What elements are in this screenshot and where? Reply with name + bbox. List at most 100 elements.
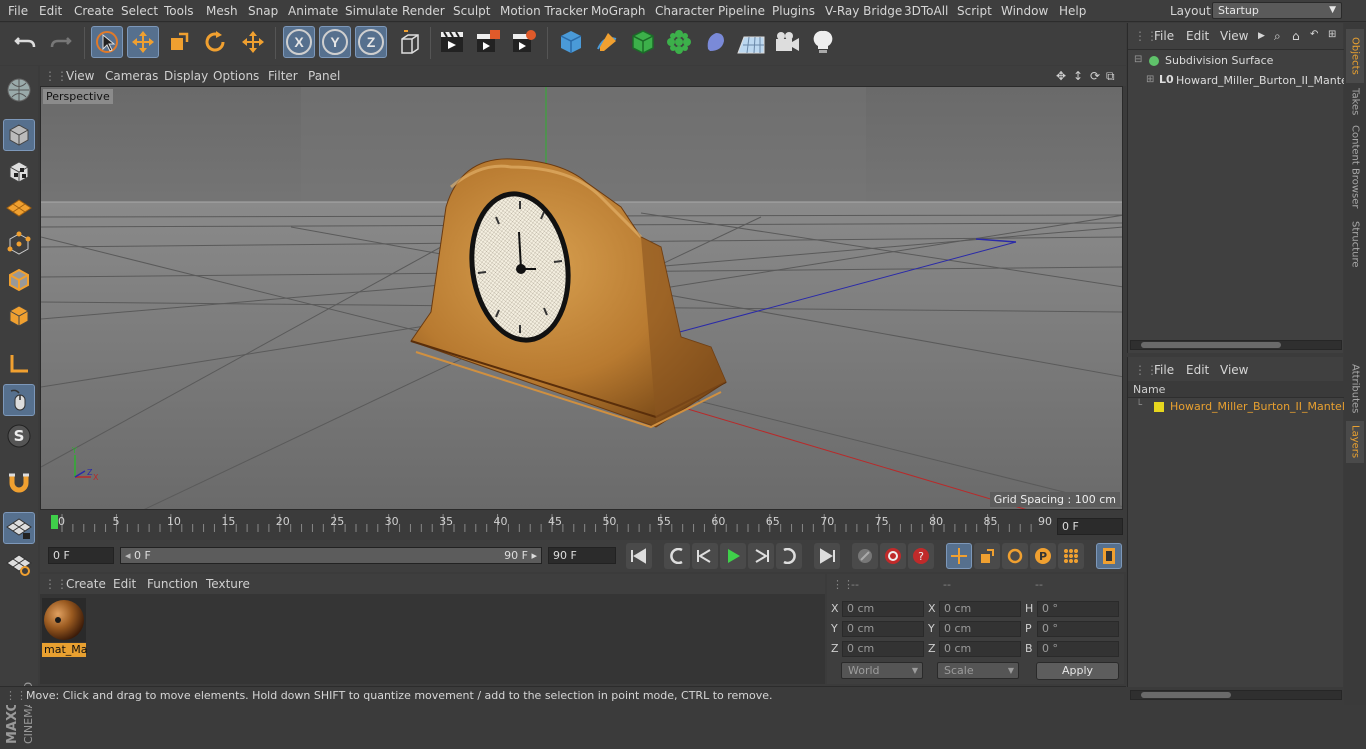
menu-script[interactable]: Script (957, 4, 992, 18)
subdivision-icon[interactable] (627, 26, 659, 58)
coordinate-system-icon[interactable] (393, 26, 425, 58)
menu-help[interactable]: Help (1059, 4, 1086, 18)
pos-z-field[interactable]: 0 cm (842, 641, 924, 657)
object-row[interactable]: ⊟ Subdivision Surface (1132, 53, 1342, 71)
render-view-icon[interactable] (436, 26, 468, 58)
next-key-icon[interactable] (776, 543, 802, 569)
maximize-view-icon[interactable]: ⧉ (1106, 69, 1115, 84)
play-icon[interactable] (720, 543, 746, 569)
zoom-view-icon[interactable]: ↕ (1073, 69, 1083, 83)
model-mode-icon[interactable] (3, 119, 35, 151)
viewport-menu-cameras[interactable]: Cameras (105, 69, 158, 83)
current-frame-field[interactable]: 0 F (1057, 518, 1123, 535)
y-axis-lock[interactable]: Y (319, 26, 351, 58)
polygons-mode-icon[interactable] (3, 300, 35, 332)
keyframe-selection-icon[interactable]: ? (908, 543, 934, 569)
pen-spline-icon[interactable] (591, 26, 623, 58)
rotate-icon[interactable] (199, 26, 231, 58)
timeline-window-icon[interactable] (1096, 543, 1122, 569)
pos-y-field[interactable]: 0 cm (842, 621, 924, 637)
drag-handle-icon[interactable]: ⋮⋮ (44, 69, 68, 83)
planar-workplane-icon[interactable] (3, 548, 35, 580)
menu-create[interactable]: Create (74, 4, 114, 18)
size-y-field[interactable]: 0 cm (939, 621, 1021, 637)
tab-objects[interactable]: Objects (1346, 29, 1364, 83)
size-x-field[interactable]: 0 cm (939, 601, 1021, 617)
timeline-ruler[interactable]: 0 5 10 15 20 25 30 35 40 45 50 55 60 65 70 75 80 85 90 (40, 512, 1126, 536)
workplane-lock-icon[interactable] (3, 512, 35, 544)
render-picture-viewer-icon[interactable] (472, 26, 504, 58)
z-axis-lock[interactable]: Z (355, 26, 387, 58)
edges-mode-icon[interactable] (3, 264, 35, 296)
next-frame-icon[interactable] (748, 543, 774, 569)
key-rotation-icon[interactable] (1002, 543, 1028, 569)
menu-motion-tracker[interactable]: Motion Tracker (500, 4, 588, 18)
material-swatch[interactable]: mat_Ma (42, 598, 88, 657)
pan-view-icon[interactable]: ✥ (1056, 69, 1066, 83)
tab-structure[interactable]: Structure (1346, 215, 1364, 273)
tab-layers[interactable]: Layers (1346, 421, 1364, 463)
previous-frame-icon[interactable] (692, 543, 718, 569)
snap-magnet-icon[interactable] (3, 466, 35, 498)
redo-icon[interactable] (45, 26, 77, 58)
deformer-icon[interactable] (699, 26, 731, 58)
viewport-menu-display[interactable]: Display (164, 69, 208, 83)
collapse-icon[interactable]: ⊟ (1134, 54, 1142, 65)
select-cursor-icon[interactable] (91, 26, 123, 58)
search-icon[interactable]: ⌕ (1274, 29, 1281, 44)
key-point-level-icon[interactable] (1058, 543, 1084, 569)
material-menu-edit[interactable]: Edit (113, 577, 136, 591)
back-icon[interactable]: ↶ (1310, 29, 1318, 40)
menu-snap[interactable]: Snap (248, 4, 278, 18)
make-editable-icon[interactable] (3, 74, 35, 106)
menu-animate[interactable]: Animate (288, 4, 338, 18)
scroll-thumb[interactable] (1141, 692, 1231, 698)
light-bulb-icon[interactable] (807, 26, 839, 58)
size-mode-select[interactable]: Scale ▼ (937, 662, 1019, 679)
scale-icon[interactable] (163, 26, 195, 58)
viewport-menu-options[interactable]: Options (213, 69, 259, 83)
menu-mograph[interactable]: MoGraph (591, 4, 646, 18)
layout-select[interactable]: Startup ▼ (1212, 2, 1342, 19)
axis-mode-icon[interactable] (3, 348, 35, 380)
menu-render[interactable]: Render (402, 4, 445, 18)
key-parameter-icon[interactable]: P (1030, 543, 1056, 569)
object-row[interactable]: ⊞ L0 Howard_Miller_Burton_II_Mantel_ (1132, 73, 1356, 91)
undo-icon[interactable] (9, 26, 41, 58)
menu-3dtoall[interactable]: 3DToAll (904, 4, 948, 18)
key-scale-icon[interactable] (974, 543, 1000, 569)
frame-range-slider[interactable]: ◂ 0 F 90 F ▸ (120, 547, 542, 564)
solo-icon[interactable]: S (3, 420, 35, 452)
record-disabled-icon[interactable] (852, 543, 878, 569)
menu-sculpt[interactable]: Sculpt (453, 4, 490, 18)
layer-menu-file[interactable]: File (1154, 363, 1174, 377)
layer-menu-view[interactable]: View (1220, 363, 1248, 377)
menu-file[interactable]: File (8, 4, 28, 18)
menu-select[interactable]: Select (121, 4, 158, 18)
layer-row[interactable]: └ Howard_Miller_Burton_II_Mantel_ (1132, 399, 1350, 417)
object-menu-file[interactable]: File (1154, 29, 1174, 43)
material-menu-create[interactable]: Create (66, 577, 106, 591)
size-z-field[interactable]: 0 cm (939, 641, 1021, 657)
scroll-thumb[interactable] (1141, 342, 1281, 348)
texture-mode-icon[interactable] (3, 156, 35, 188)
expand-icon[interactable]: ⊞ (1146, 74, 1154, 85)
coordinate-mode-select[interactable]: World ▼ (841, 662, 923, 679)
tab-attributes[interactable]: Attributes (1346, 359, 1364, 419)
new-window-icon[interactable]: ⊞ (1328, 29, 1336, 40)
viewport-menu-view[interactable]: View (66, 69, 94, 83)
menu-plugins[interactable]: Plugins (772, 4, 815, 18)
cube-icon[interactable] (555, 26, 587, 58)
previous-key-icon[interactable] (664, 543, 690, 569)
perspective-viewport[interactable]: Y X Z Perspective Grid Spacing : 100 cm (40, 86, 1123, 510)
autokey-record-icon[interactable] (880, 543, 906, 569)
render-settings-icon[interactable] (508, 26, 540, 58)
object-menu-edit[interactable]: Edit (1186, 29, 1209, 43)
menu-window[interactable]: Window (1001, 4, 1048, 18)
material-menu-function[interactable]: Function (147, 577, 198, 591)
end-frame-field[interactable]: 90 F (548, 547, 616, 564)
material-menu-texture[interactable]: Texture (206, 577, 250, 591)
start-frame-field[interactable]: 0 F (48, 547, 114, 564)
apply-button[interactable]: Apply (1036, 662, 1119, 680)
cloner-icon[interactable] (663, 26, 695, 58)
